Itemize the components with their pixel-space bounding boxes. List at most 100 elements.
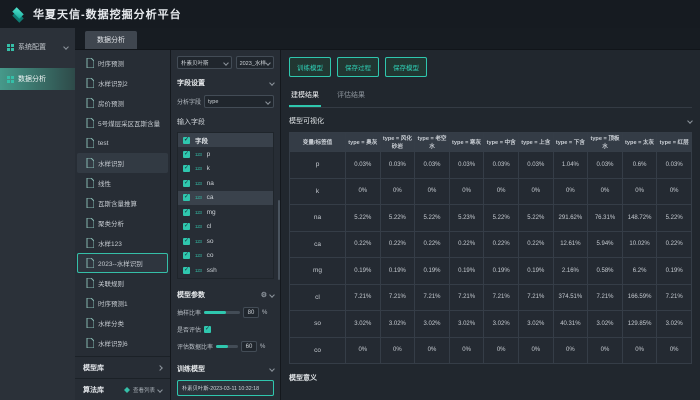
algorithm-select[interactable]: 朴素贝叶斯: [177, 56, 232, 69]
field-checkbox[interactable]: ✓: [183, 180, 190, 187]
document-icon: [86, 338, 94, 348]
field-checkbox[interactable]: ✓: [183, 223, 190, 230]
sampling-ratio-slider[interactable]: [204, 311, 240, 314]
field-row[interactable]: ✓123cl: [178, 220, 273, 235]
document-icon: [86, 278, 94, 288]
input-fields-label: 输入字段: [177, 117, 274, 127]
tab-data-analysis[interactable]: 数据分析: [85, 31, 137, 49]
table-cell: 0.03%: [346, 152, 381, 179]
table-column-header: type = 上含: [519, 133, 554, 152]
field-row[interactable]: ✓123na: [178, 176, 273, 191]
field-checkbox[interactable]: ✓: [183, 209, 190, 216]
experiment-item[interactable]: 5号煤层采区瓦斯含量: [77, 113, 168, 133]
table-cell: 0%: [381, 338, 416, 365]
experiment-item-label: 线性: [98, 178, 111, 188]
sidebar-section-model-library[interactable]: 模型库: [75, 356, 170, 378]
field-row[interactable]: ✓123ca: [178, 191, 273, 206]
field-checkbox[interactable]: ✓: [183, 151, 190, 158]
sampling-ratio-value[interactable]: 80: [243, 307, 259, 318]
experiment-item[interactable]: 水样识别6: [77, 333, 168, 353]
experiment-sidebar: 时序预测水样识别2房价预测5号煤层采区瓦斯含量test水样识别线性瓦斯含量推算聚…: [75, 50, 171, 400]
eval-ratio-label: 评估数据比率: [177, 342, 213, 351]
chevron-down-icon: [265, 99, 271, 105]
field-settings-header[interactable]: 字段设置: [177, 78, 274, 88]
experiment-item[interactable]: test: [77, 133, 168, 153]
table-cell: 0.6%: [623, 152, 658, 179]
left-nav-sidebar: 系统配置数据分析: [0, 28, 75, 400]
field-row[interactable]: ✓123mg: [178, 205, 273, 220]
field-row[interactable]: ✓123ssh: [178, 263, 273, 278]
field-checkbox[interactable]: ✓: [183, 165, 190, 172]
experiment-item[interactable]: 房价预测: [77, 93, 168, 113]
table-cell: 0%: [588, 179, 623, 206]
field-name: na: [207, 180, 214, 187]
field-row[interactable]: ✓123co: [178, 249, 273, 264]
page-tab-bar: 数据分析: [75, 28, 700, 50]
experiment-item[interactable]: 水样分类: [77, 313, 168, 333]
table-cell: 0%: [346, 179, 381, 206]
table-cell: 5.22%: [346, 205, 381, 232]
table-cell: 0%: [657, 338, 692, 365]
experiment-item[interactable]: 聚类分析: [77, 213, 168, 233]
dataset-select[interactable]: 2023_水样: [236, 56, 274, 69]
table-cell: 0%: [484, 179, 519, 206]
field-name: k: [207, 165, 210, 172]
table-column-header: type = 风化砂岩: [381, 133, 416, 152]
table-cell: 6.2%: [623, 258, 658, 285]
experiment-item[interactable]: 2023--水样识别: [77, 253, 168, 273]
table-cell: 3.02%: [588, 311, 623, 338]
eval-ratio-value[interactable]: 60: [241, 341, 257, 352]
table-cell: 0.19%: [450, 258, 485, 285]
trained-models-header[interactable]: 训练模型: [177, 364, 274, 374]
button-训练模型[interactable]: 训练模型: [289, 57, 331, 77]
experiment-item[interactable]: 时序预测1: [77, 293, 168, 313]
field-row[interactable]: ✓123k: [178, 162, 273, 177]
sidebar-section-algorithm-library[interactable]: 算法库 查看列表: [75, 378, 170, 400]
nav-item-系统配置[interactable]: 系统配置: [0, 36, 75, 58]
config-scrollbar[interactable]: [278, 200, 280, 280]
table-cell: 7.21%: [484, 285, 519, 312]
table-column-header: type = 奥灰: [346, 133, 381, 152]
analysis-field-select[interactable]: type: [204, 95, 274, 108]
experiment-item[interactable]: 关联规则: [77, 273, 168, 293]
nav-item-数据分析[interactable]: 数据分析: [0, 68, 75, 90]
numeric-type-icon: 123: [195, 268, 202, 273]
experiment-item[interactable]: 水样识别: [77, 153, 168, 173]
field-row[interactable]: ✓123so: [178, 234, 273, 249]
document-icon: [86, 78, 94, 88]
table-cell: 0.19%: [484, 258, 519, 285]
experiment-item[interactable]: 时序预测: [77, 53, 168, 73]
experiment-item[interactable]: 瓦斯含量推算: [77, 193, 168, 213]
eval-ratio-slider[interactable]: [216, 345, 238, 348]
experiment-item-label: 瓦斯含量推算: [98, 198, 137, 208]
result-tab-建模结果[interactable]: 建模结果: [289, 86, 321, 107]
trained-model-item[interactable]: 朴素贝叶斯-2023-03-11 10:32:18: [177, 380, 274, 396]
table-cell: 0.19%: [657, 258, 692, 285]
experiment-item[interactable]: 水样123: [77, 233, 168, 253]
result-tab-评估结果[interactable]: 评估结果: [335, 86, 367, 107]
chevron-down-icon[interactable]: [687, 118, 693, 124]
chevron-down-icon: [269, 292, 275, 298]
table-cell: 3.02%: [519, 311, 554, 338]
model-params-header[interactable]: 模型参数 ⚙: [177, 290, 274, 300]
button-保存模型[interactable]: 保存模型: [385, 57, 427, 77]
table-cell: 3.02%: [450, 311, 485, 338]
experiment-item[interactable]: 线性: [77, 173, 168, 193]
table-cell: 0%: [519, 338, 554, 365]
table-cell: 166.59%: [623, 285, 658, 312]
main-panel: 训练模型保存过程保存模型 建模结果评估结果 模型可视化 变量/标签值type =…: [281, 50, 700, 400]
table-cell: 0.22%: [519, 232, 554, 259]
experiment-item-label: 水样识别6: [98, 338, 128, 348]
evaluate-checkbox[interactable]: ✓: [204, 326, 211, 333]
chevron-down-icon: [269, 366, 275, 372]
grid-icon: [7, 44, 14, 51]
select-all-checkbox[interactable]: ✓: [183, 137, 190, 144]
field-checkbox[interactable]: ✓: [183, 194, 190, 201]
field-checkbox[interactable]: ✓: [183, 267, 190, 274]
field-row[interactable]: ✓123p: [178, 147, 273, 162]
experiment-item[interactable]: 水样识别2: [77, 73, 168, 93]
field-checkbox[interactable]: ✓: [183, 252, 190, 259]
table-row-label: p: [290, 152, 346, 179]
button-保存过程[interactable]: 保存过程: [337, 57, 379, 77]
field-checkbox[interactable]: ✓: [183, 238, 190, 245]
